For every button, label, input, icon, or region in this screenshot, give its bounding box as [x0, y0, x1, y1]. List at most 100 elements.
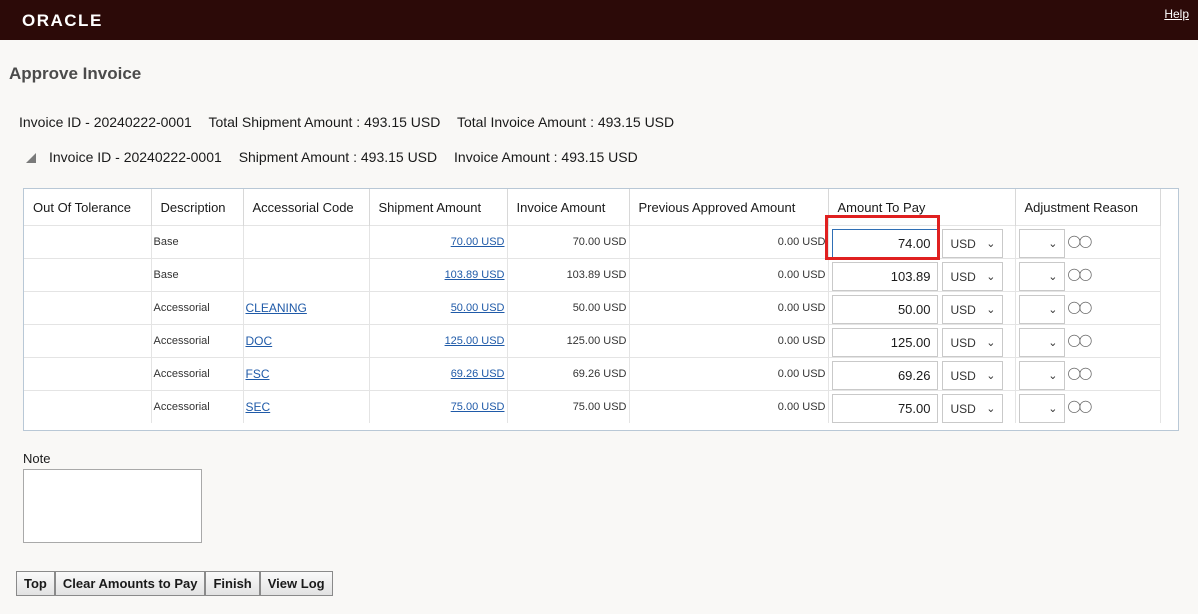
- chevron-down-icon: ⌄: [986, 370, 996, 382]
- chevron-down-icon: ⌄: [1048, 403, 1058, 415]
- collapse-triangle-icon[interactable]: [26, 153, 36, 163]
- accessorial-code-cell: [243, 225, 370, 259]
- table-row: Base 103.89 USD 103.89 USD 0.00 USD 103.89 US…: [24, 258, 1161, 292]
- invoice-grid: Out Of Tolerance Description Accessorial…: [23, 188, 1179, 431]
- glasses-icon[interactable]: ◯◯: [1068, 333, 1093, 347]
- out-of-tolerance-cell: [24, 390, 152, 423]
- invoice-amount-cell: 103.89 USD: [507, 258, 630, 292]
- amount-to-pay-input[interactable]: 69.26: [831, 361, 938, 390]
- accessorial-code-link[interactable]: FSC: [246, 367, 270, 381]
- chevron-down-icon: ⌄: [986, 304, 996, 316]
- accessorial-code-cell: [243, 258, 370, 292]
- currency-select[interactable]: USD ⌄: [941, 328, 1003, 357]
- table-header-row: Out Of Tolerance Description Accessorial…: [24, 189, 1161, 226]
- amount-to-pay-input[interactable]: 75.00: [831, 394, 938, 423]
- col-header: Adjustment Reason: [1015, 189, 1161, 226]
- adjustment-reason-select[interactable]: ⌄: [1018, 394, 1065, 423]
- description-cell: Accessorial: [151, 390, 244, 423]
- currency-select[interactable]: USD ⌄: [941, 361, 1003, 390]
- top-bar: ORACLE Help: [0, 0, 1198, 40]
- adjustment-reason-select[interactable]: ⌄: [1018, 295, 1065, 324]
- shipment-amount-link[interactable]: 75.00 USD: [451, 401, 505, 413]
- invoice-amount-cell: 69.26 USD: [507, 357, 630, 391]
- description-cell: Accessorial: [151, 291, 244, 325]
- previous-approved-cell: 0.00 USD: [629, 225, 829, 259]
- view-log-button[interactable]: View Log: [259, 571, 333, 596]
- col-header: Previous Approved Amount: [629, 189, 829, 226]
- amount-to-pay-cell: 69.26 USD ⌄: [828, 357, 1016, 391]
- accessorial-code-link[interactable]: SEC: [246, 400, 271, 414]
- shipment-amount-link[interactable]: 69.26 USD: [451, 368, 505, 380]
- help-link[interactable]: Help: [1164, 7, 1189, 21]
- currency-select[interactable]: USD ⌄: [941, 229, 1003, 258]
- accessorial-code-link[interactable]: DOC: [246, 334, 273, 348]
- shipment-amount-link[interactable]: 125.00 USD: [445, 335, 505, 347]
- chevron-down-icon: ⌄: [1048, 304, 1058, 316]
- shipment-amount-link[interactable]: 103.89 USD: [445, 269, 505, 281]
- previous-approved-cell: 0.00 USD: [629, 258, 829, 292]
- currency-select[interactable]: USD ⌄: [941, 295, 1003, 324]
- glasses-icon[interactable]: ◯◯: [1068, 366, 1093, 380]
- table-row: Accessorial CLEANING 50.00 USD 50.00 USD 0.0…: [24, 291, 1161, 325]
- oracle-logo: ORACLE: [22, 11, 103, 30]
- amount-to-pay-input[interactable]: 50.00: [831, 295, 938, 324]
- amount-to-pay-input[interactable]: 125.00: [831, 328, 938, 357]
- sub-invoice-id: Invoice ID - 20240222-0001: [49, 149, 222, 165]
- currency-value: USD: [950, 402, 976, 416]
- shipment-amount-link[interactable]: 50.00 USD: [451, 302, 505, 314]
- shipment-amount-cell: 50.00 USD: [369, 291, 508, 325]
- adjustment-reason-cell: ⌄ ◯◯: [1015, 225, 1161, 259]
- note-textarea[interactable]: [23, 469, 202, 543]
- adjustment-reason-select[interactable]: ⌄: [1018, 229, 1065, 258]
- glasses-icon[interactable]: ◯◯: [1068, 399, 1093, 413]
- accessorial-code-cell: FSC: [243, 357, 370, 391]
- accessorial-code-cell: SEC: [243, 390, 370, 423]
- top-button[interactable]: Top: [16, 571, 55, 596]
- invoice-table: Out Of Tolerance Description Accessorial…: [24, 189, 1161, 423]
- chevron-down-icon: ⌄: [986, 238, 996, 250]
- amount-to-pay-input[interactable]: 103.89: [831, 262, 938, 291]
- adjustment-reason-select[interactable]: ⌄: [1018, 262, 1065, 291]
- adjustment-reason-select[interactable]: ⌄: [1018, 361, 1065, 390]
- col-header: Accessorial Code: [243, 189, 370, 226]
- accessorial-code-cell: CLEANING: [243, 291, 370, 325]
- highlight-box: [825, 215, 940, 260]
- shipment-summary[interactable]: Invoice ID - 20240222-0001 Shipment Amou…: [26, 149, 651, 165]
- chevron-down-icon: ⌄: [1048, 271, 1058, 283]
- glasses-icon[interactable]: ◯◯: [1068, 300, 1093, 314]
- shipment-amount-link[interactable]: 70.00 USD: [451, 236, 505, 248]
- currency-select[interactable]: USD ⌄: [941, 394, 1003, 423]
- currency-select[interactable]: USD ⌄: [941, 262, 1003, 291]
- currency-value: USD: [950, 336, 976, 350]
- currency-value: USD: [950, 237, 976, 251]
- amount-to-pay-cell: 75.00 USD ⌄: [828, 390, 1016, 423]
- previous-approved-cell: 0.00 USD: [629, 357, 829, 391]
- chevron-down-icon: ⌄: [1048, 337, 1058, 349]
- sub-invoice-amount: Invoice Amount : 493.15 USD: [454, 149, 638, 165]
- sub-shipment-amount: Shipment Amount : 493.15 USD: [238, 149, 438, 165]
- adjustment-reason-cell: ⌄ ◯◯: [1015, 390, 1161, 423]
- clear-amounts-button[interactable]: Clear Amounts to Pay: [54, 571, 206, 596]
- accessorial-code-cell: DOC: [243, 324, 370, 358]
- accessorial-code-link[interactable]: CLEANING: [246, 301, 307, 315]
- shipment-amount-cell: 75.00 USD: [369, 390, 508, 423]
- invoice-amount-cell: 50.00 USD: [507, 291, 630, 325]
- amount-to-pay-cell: 50.00 USD ⌄: [828, 291, 1016, 325]
- description-cell: Accessorial: [151, 357, 244, 391]
- glasses-icon[interactable]: ◯◯: [1068, 234, 1093, 248]
- table-row: Accessorial FSC 69.26 USD 69.26 USD 0.00 USD…: [24, 357, 1161, 391]
- adjustment-reason-select[interactable]: ⌄: [1018, 328, 1065, 357]
- chevron-down-icon: ⌄: [986, 271, 996, 283]
- description-cell: Base: [151, 258, 244, 292]
- col-header: Shipment Amount: [369, 189, 508, 226]
- summary-total-invoice: Total Invoice Amount : 493.15 USD: [457, 114, 675, 130]
- out-of-tolerance-cell: [24, 225, 152, 259]
- adjustment-reason-cell: ⌄ ◯◯: [1015, 258, 1161, 292]
- finish-button[interactable]: Finish: [205, 571, 260, 596]
- currency-value: USD: [950, 303, 976, 317]
- glasses-icon[interactable]: ◯◯: [1068, 267, 1093, 281]
- adjustment-reason-cell: ⌄ ◯◯: [1015, 291, 1161, 325]
- invoice-amount-cell: 125.00 USD: [507, 324, 630, 358]
- col-header: Invoice Amount: [507, 189, 630, 226]
- col-header: Out Of Tolerance: [24, 189, 152, 226]
